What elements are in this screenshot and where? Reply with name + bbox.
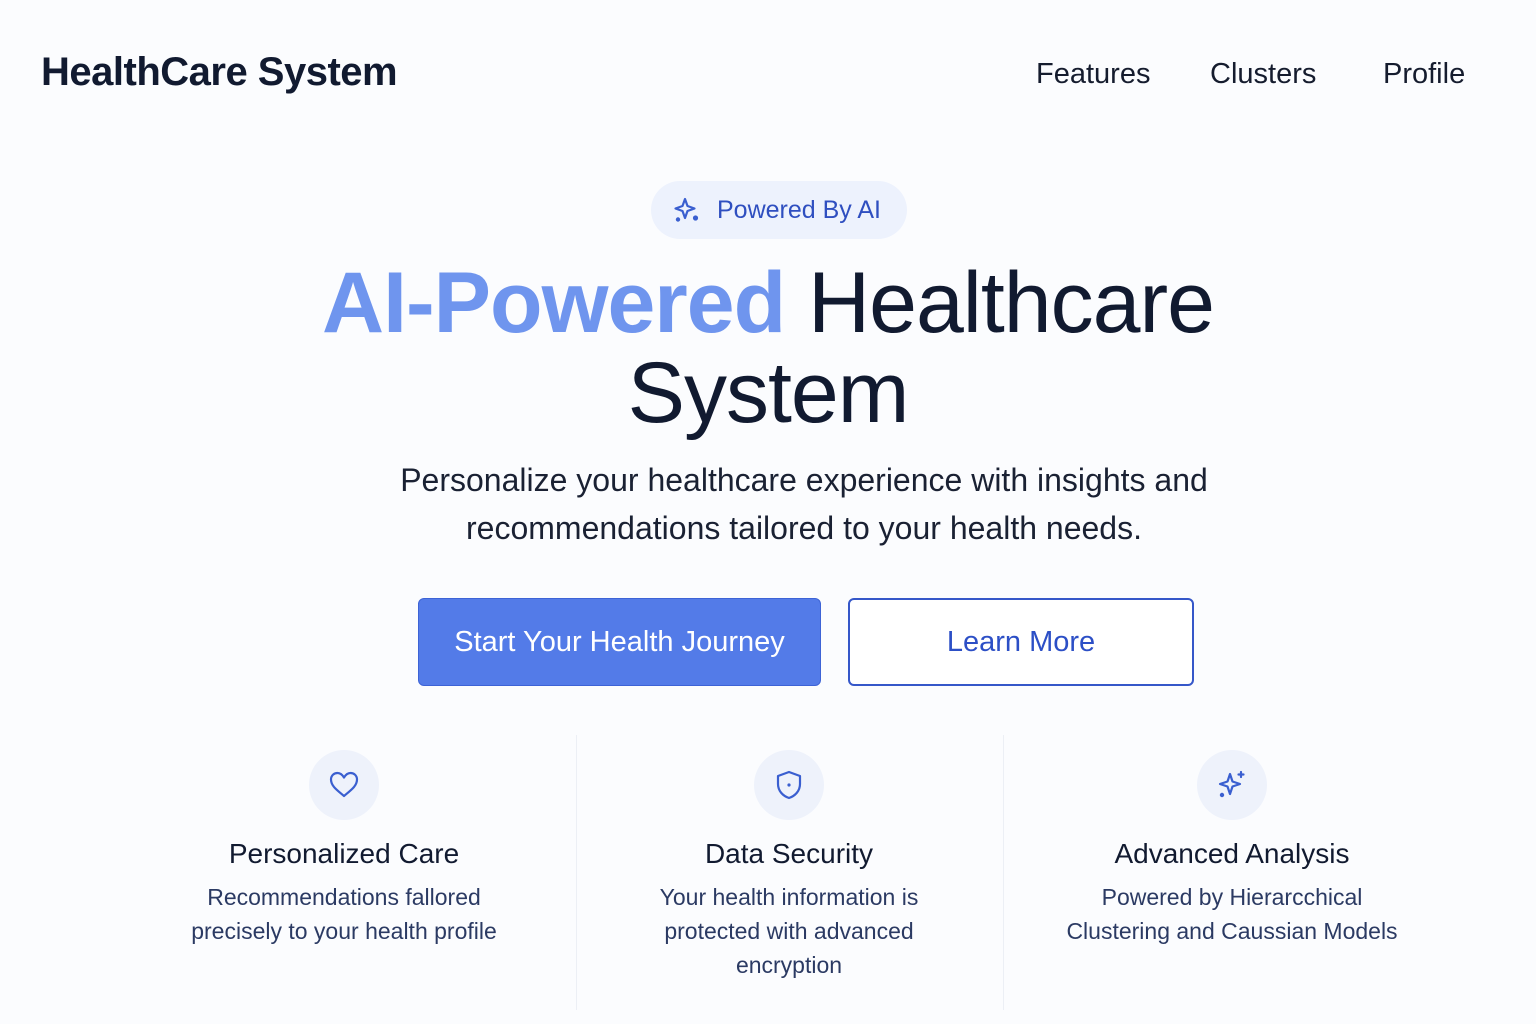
shield-icon	[776, 770, 802, 800]
feature-divider	[1003, 735, 1004, 1010]
nav-link-features[interactable]: Features	[1036, 58, 1150, 91]
hero-title-rest: Healthcare	[808, 255, 1215, 351]
feature-desc-line: precisely to your health profile	[191, 918, 497, 944]
feature-divider	[576, 735, 577, 1010]
sparkle-icon	[674, 197, 699, 222]
feature-desc-line: Recommendations fallored	[207, 884, 481, 910]
powered-by-badge: Powered By AI	[651, 181, 907, 239]
logo[interactable]: HealthCare System	[41, 50, 398, 95]
feature-icon-circle	[309, 750, 379, 820]
feature-card-personalized-care: Personalized Care Recommendations fallor…	[134, 750, 554, 948]
hero-subtitle: Personalize your healthcare experience w…	[300, 456, 1308, 552]
feature-title: Personalized Care	[228, 838, 460, 869]
top-nav: HealthCare System Features Clusters Prof…	[0, 0, 1536, 150]
heart-icon	[329, 771, 359, 798]
hero-title-line2: System	[627, 345, 910, 441]
feature-description: Powered by Hierarcchical Clustering and …	[1022, 880, 1442, 948]
feature-desc-line: Clustering and Caussian Models	[1066, 918, 1398, 944]
sparkle-icon	[1218, 770, 1245, 798]
feature-desc-line: Your health information is	[659, 884, 919, 910]
feature-icon-circle	[1197, 750, 1267, 820]
feature-desc-line: protected with advanced	[664, 918, 914, 944]
feature-title: Data Security	[704, 838, 874, 869]
feature-description: Recommendations fallored precisely to yo…	[134, 880, 554, 948]
feature-card-data-security: Data Security Your health information is…	[579, 750, 999, 982]
nav-link-clusters[interactable]: Clusters	[1210, 58, 1316, 91]
feature-description: Your health information is protected wit…	[579, 880, 999, 982]
start-journey-button[interactable]: Start Your Health Journey	[418, 598, 821, 686]
feature-title: Advanced Analysis	[1114, 838, 1350, 869]
hero-title: AI-Powered Healthcare System	[0, 258, 1536, 438]
badge-label: Powered By AI	[717, 195, 881, 224]
subtitle-line-2: recommendations tailored to your health …	[466, 510, 1142, 546]
feature-desc-line: encryption	[735, 952, 843, 978]
feature-desc-line: Powered by Hierarcchical	[1101, 884, 1363, 910]
feature-icon-circle	[754, 750, 824, 820]
hero-title-accent: AI-Powered	[322, 255, 786, 351]
nav-link-profile[interactable]: Profile	[1383, 58, 1465, 91]
subtitle-line-1: Personalize your healthcare experience w…	[400, 462, 1208, 498]
learn-more-button[interactable]: Learn More	[848, 598, 1194, 686]
feature-card-advanced-analysis: Advanced Analysis Powered by Hierarcchic…	[1022, 750, 1442, 948]
